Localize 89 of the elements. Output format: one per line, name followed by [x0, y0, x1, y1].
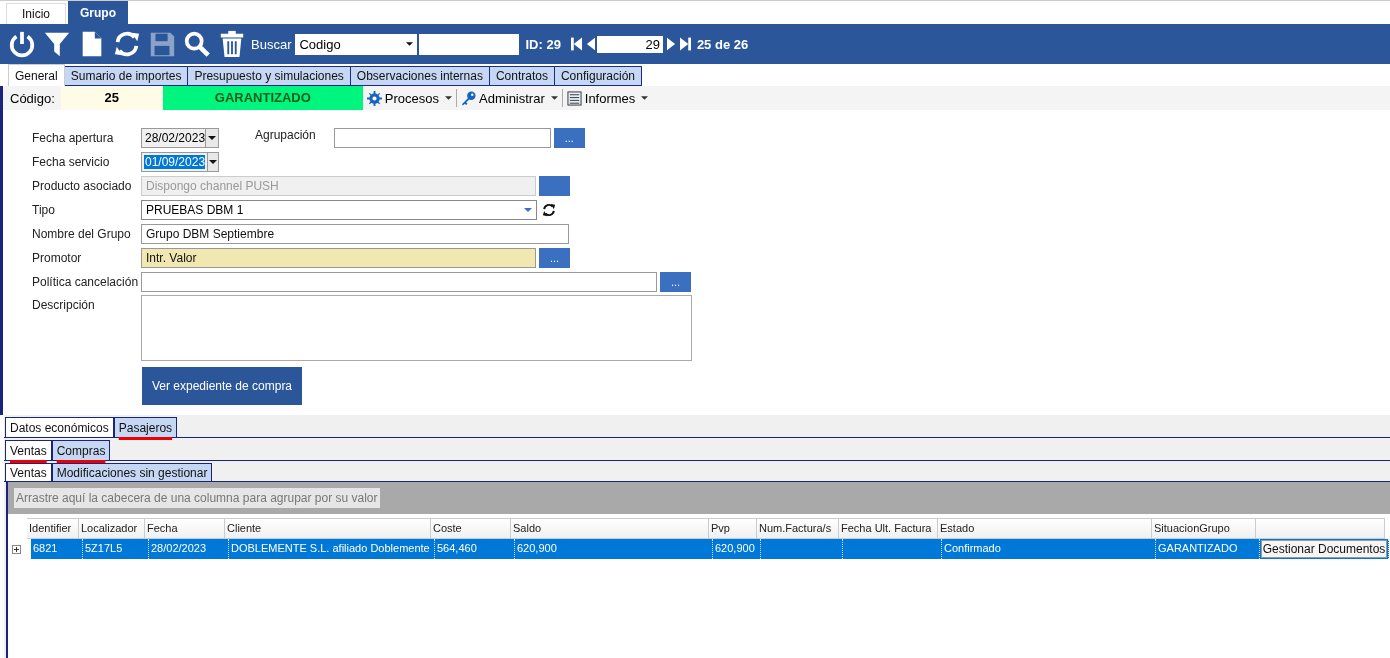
- menu-button[interactable]: Informes: [562, 87, 653, 109]
- app-tab[interactable]: Grupo: [68, 1, 128, 24]
- field-label: Política cancelación: [32, 275, 140, 289]
- last-record-icon[interactable]: [679, 36, 691, 52]
- group-hint: Arrastre aquí la cabecera de una columna para agrupar por su valor: [14, 488, 380, 508]
- column-header[interactable]: Fecha Ult. Factura: [839, 518, 938, 539]
- column-header[interactable]: Estado: [938, 518, 1152, 539]
- gear-icon: [366, 90, 382, 106]
- table-cell: 28/02/2023: [149, 539, 229, 559]
- field-label: Producto asociado: [32, 179, 133, 193]
- table-cell: 5Z17L5: [83, 539, 149, 559]
- column-header[interactable]: Localizador: [79, 518, 145, 539]
- tab[interactable]: Presupuesto y simulaciones: [188, 66, 351, 86]
- purchase-file-button[interactable]: Ver expediente de compra: [142, 367, 302, 405]
- trash-icon[interactable]: [218, 30, 246, 58]
- lookup-field[interactable]: [333, 128, 551, 148]
- field-label: Agrupación: [255, 128, 316, 142]
- lookup-button[interactable]: ...: [539, 248, 570, 268]
- lookup-button[interactable]: ...: [553, 128, 585, 148]
- column-header[interactable]: Saldo: [511, 518, 709, 539]
- tab[interactable]: Configuración: [554, 66, 642, 86]
- column-header[interactable]: Num.Factura/s: [757, 518, 839, 539]
- table-cell: GARANTIZADO: [1156, 539, 1260, 559]
- tab[interactable]: Ventas: [5, 440, 52, 460]
- tab[interactable]: Pasajeros: [113, 417, 178, 437]
- tab[interactable]: General: [8, 64, 65, 86]
- tab[interactable]: Modificaciones sin gestionar: [51, 463, 213, 481]
- table-cell: 620,900: [515, 539, 713, 559]
- tab[interactable]: Compras: [51, 440, 111, 460]
- table-cell: 620,900: [713, 539, 761, 559]
- expand-icon[interactable]: [12, 544, 21, 554]
- caret-icon: [524, 208, 532, 212]
- caret-icon: [445, 96, 452, 100]
- caret-icon: [208, 136, 217, 140]
- caret-icon: [406, 42, 414, 46]
- key-icon: [461, 90, 476, 106]
- status-badge: GARANTIZADO: [162, 86, 363, 110]
- code-value: 25: [60, 86, 163, 110]
- column-header[interactable]: Identifier: [27, 518, 79, 539]
- text-field[interactable]: Grupo DBM Septiembre: [141, 224, 569, 244]
- search-by-dropdown[interactable]: Codigo: [295, 33, 418, 55]
- record-count: 25 de 26: [696, 36, 749, 52]
- tab[interactable]: Contratos: [489, 66, 555, 86]
- table-cell: 6821: [31, 539, 83, 559]
- field-label: Tipo: [32, 203, 56, 217]
- refresh-icon[interactable]: [113, 30, 141, 58]
- field-label: Nombre del Grupo: [32, 227, 132, 241]
- column-header[interactable]: Pvp: [709, 518, 757, 539]
- date-picker[interactable]: 01/09/2023: [141, 152, 219, 172]
- table-cell: DOBLEMENTE S.L. afiliado Doblemente: [229, 539, 435, 559]
- lookup-button[interactable]: ...: [660, 272, 691, 292]
- table-cell: Confirmado: [942, 539, 1156, 559]
- menu-button[interactable]: Procesos: [362, 87, 456, 109]
- tab[interactable]: Observaciones internas: [350, 66, 490, 86]
- column-header[interactable]: Coste: [431, 518, 511, 539]
- search-label: Buscar: [251, 36, 292, 52]
- table-row[interactable]: 6821 5Z17L5 28/02/2023 DOBLEMENTE S.L. afiliado Doblemente 564,460 620,900 620,900 Confirmado GARANTIZADO Gestionar Documentos: [31, 539, 1389, 559]
- field-label: Fecha apertura: [32, 131, 115, 145]
- manage-documents-button[interactable]: Gestionar Documentos: [1261, 540, 1387, 558]
- refresh-icon[interactable]: [542, 203, 556, 217]
- column-header[interactable]: Fecha: [145, 518, 225, 539]
- field-label: Promotor: [32, 251, 83, 265]
- report-icon: [566, 90, 582, 106]
- table-cell: 564,460: [435, 539, 515, 559]
- caret-icon: [209, 160, 218, 164]
- type-dropdown[interactable]: PRUEBAS DBM 1: [141, 200, 537, 220]
- date-picker[interactable]: 28/02/2023: [141, 128, 219, 148]
- filter-icon[interactable]: [43, 30, 71, 58]
- tab[interactable]: Ventas: [5, 463, 52, 481]
- menu-button[interactable]: Administrar: [457, 87, 562, 109]
- first-record-icon[interactable]: [570, 36, 582, 52]
- record-id: ID: 29: [525, 36, 561, 52]
- field-label: Descripción: [32, 297, 96, 312]
- tab[interactable]: Datos económicos: [5, 417, 114, 437]
- description-field[interactable]: [141, 295, 692, 361]
- column-header[interactable]: SituacionGrupo: [1152, 518, 1256, 539]
- search-field[interactable]: [419, 33, 520, 55]
- lookup-field[interactable]: Intr. Valor: [141, 248, 536, 268]
- code-label: Código:: [9, 90, 56, 106]
- column-header[interactable]: Cliente: [225, 518, 431, 539]
- caret-icon: [550, 96, 558, 100]
- lookup-field[interactable]: [141, 272, 657, 292]
- app-tab[interactable]: Inicio: [6, 3, 66, 24]
- tab[interactable]: Sumario de importes: [64, 66, 189, 86]
- caret-icon: [641, 96, 649, 100]
- field-label: Fecha servicio: [32, 155, 111, 169]
- search-icon[interactable]: [183, 30, 211, 58]
- next-record-icon[interactable]: [666, 36, 676, 52]
- power-icon[interactable]: [8, 30, 36, 58]
